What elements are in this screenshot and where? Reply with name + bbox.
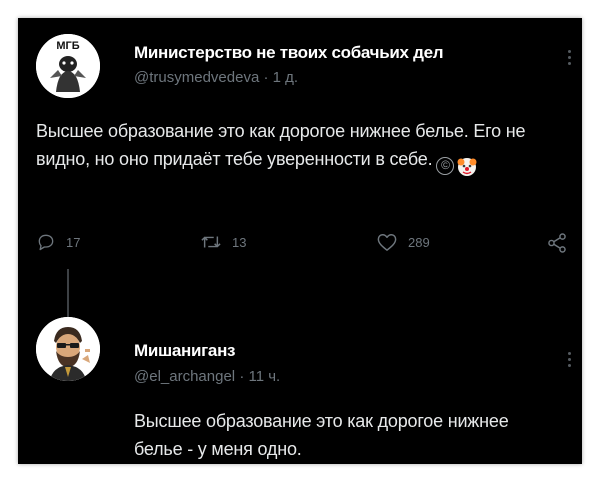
tweet-original[interactable]: МГБ Министерство не твоих собачьих дел @… xyxy=(18,18,582,321)
screenshot-frame: МГБ Министерство не твоих собачьих дел @… xyxy=(18,18,582,464)
author-name[interactable]: Мишаниганз xyxy=(134,341,236,361)
avatar-caption: МГБ xyxy=(56,40,79,52)
action-bar: 17 13 289 xyxy=(18,232,582,262)
reply-button[interactable]: 17 xyxy=(36,232,80,252)
share-button[interactable] xyxy=(546,232,568,254)
copyright-icon: © xyxy=(436,157,455,175)
tweet-reply[interactable]: Мишаниганз @el_archangel · 11 ч. Высшее … xyxy=(18,308,582,464)
reply-icon xyxy=(38,234,54,251)
emoji-group: © xyxy=(436,155,478,177)
avatar[interactable] xyxy=(36,317,100,381)
author-handle[interactable]: @trusymedvedeva xyxy=(134,69,259,86)
tweet-text: Высшее образование это как дорогое нижне… xyxy=(36,117,536,177)
author-handle[interactable]: @el_archangel xyxy=(134,368,235,385)
reply-count: 17 xyxy=(66,234,81,250)
share-icon xyxy=(548,233,566,253)
author-name[interactable]: Министерство не твоих собачьих дел xyxy=(134,43,444,63)
like-count: 289 xyxy=(408,234,430,250)
avatar[interactable]: МГБ xyxy=(36,34,100,98)
timestamp[interactable]: · 1 д. xyxy=(263,69,298,86)
handle-line: @el_archangel · 11 ч. xyxy=(134,368,280,385)
more-options-icon[interactable] xyxy=(566,50,572,70)
retweet-button[interactable]: 13 xyxy=(200,232,246,252)
clown-icon xyxy=(457,158,477,176)
avatar-image xyxy=(36,317,100,381)
avatar-image: МГБ xyxy=(36,34,100,98)
handle-line: @trusymedvedeva · 1 д. xyxy=(134,69,298,86)
more-options-icon[interactable] xyxy=(566,352,572,372)
heart-icon xyxy=(377,234,397,251)
retweet-icon xyxy=(201,236,221,248)
timestamp[interactable]: · 11 ч. xyxy=(239,368,280,385)
like-button[interactable]: 289 xyxy=(376,232,430,252)
retweet-count: 13 xyxy=(232,234,247,250)
tweet-text: Высшее образование это как дорогое нижне… xyxy=(134,411,509,459)
